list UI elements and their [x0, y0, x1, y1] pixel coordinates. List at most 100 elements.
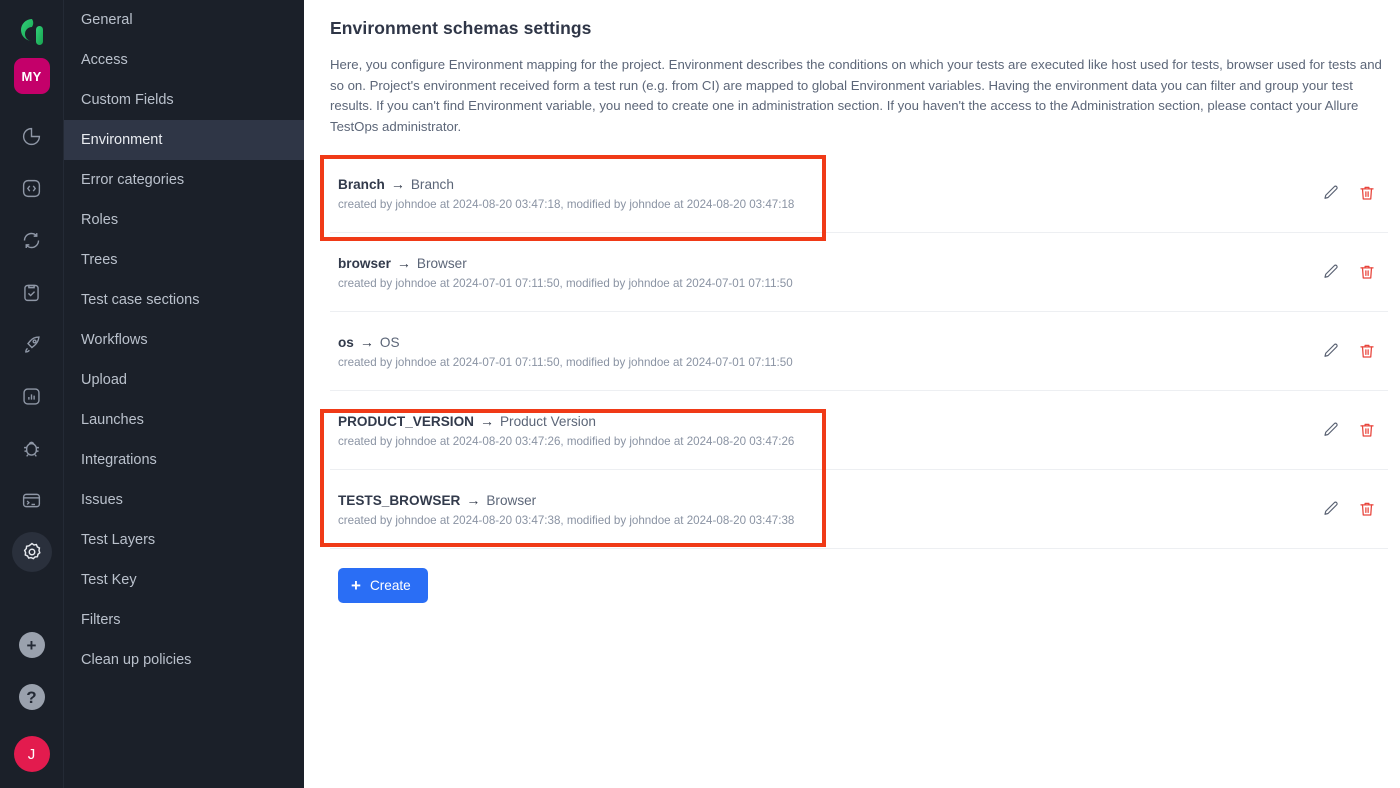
sidebar-item-filters[interactable]: Filters — [64, 600, 304, 640]
plus-icon: + — [351, 576, 361, 595]
table-row[interactable]: Branch → Branch created by johndoe at 2024… — [330, 154, 1388, 233]
row-meta: created by johndoe at 2024-08-20 03:47:2… — [338, 434, 795, 448]
row-target: Browser — [486, 492, 537, 508]
arrow-right-icon: → — [466, 491, 481, 508]
row-meta: created by johndoe at 2024-07-01 07:11:5… — [338, 355, 793, 369]
nav-label: Workflows — [81, 332, 148, 348]
sidebar-item-test-key[interactable]: Test Key — [64, 560, 304, 600]
nav-label: General — [81, 12, 133, 28]
nav-label: Roles — [81, 212, 119, 228]
arrow-right-icon: → — [396, 254, 411, 271]
create-button-label: Create — [369, 578, 411, 593]
table-row[interactable]: PRODUCT_VERSION → Product Version created … — [330, 391, 1388, 470]
refresh-sync-icon[interactable] — [12, 220, 52, 260]
project-badge[interactable]: MY — [13, 58, 50, 94]
row-texts: TESTS_BROWSER → Browser created by johndoe… — [330, 491, 794, 528]
sidebar-item-test-case-sections[interactable]: Test case sections — [64, 280, 304, 320]
row-meta: created by johndoe at 2024-07-01 07:11:5… — [338, 276, 793, 290]
arrow-right-icon: → — [390, 175, 405, 192]
row-meta: created by johndoe at 2024-08-20 03:47:3… — [338, 513, 795, 527]
sidebar-item-launches[interactable]: Launches — [64, 400, 304, 440]
row-key: TESTS_BROWSER — [338, 492, 461, 508]
pencil-edit-icon[interactable] — [1320, 182, 1342, 204]
row-actions — [1320, 419, 1388, 441]
arrow-right-icon: → — [359, 333, 374, 350]
help-circle-icon[interactable]: ? — [18, 684, 45, 710]
trash-delete-icon[interactable] — [1356, 498, 1378, 520]
sidebar-item-general[interactable]: General — [64, 0, 304, 40]
pencil-edit-icon[interactable] — [1320, 419, 1342, 441]
avatar[interactable]: J — [13, 736, 50, 772]
row-texts: browser → Browser created by johndoe at 20… — [330, 254, 793, 291]
row-title: os → OS — [338, 333, 793, 352]
table-row[interactable]: TESTS_BROWSER → Browser created by johndoe… — [330, 470, 1388, 549]
nav-label: Issues — [81, 492, 123, 508]
row-target: Branch — [410, 176, 454, 192]
plus-circle-icon[interactable]: + — [18, 632, 45, 658]
sidebar-item-issues[interactable]: Issues — [64, 480, 304, 520]
nav-label: Clean up policies — [81, 652, 192, 668]
rocket-launch-icon[interactable] — [12, 324, 52, 364]
nav-label: Access — [81, 52, 128, 68]
nav-label: Custom Fields — [81, 92, 174, 108]
create-button[interactable]: + Create — [338, 568, 428, 603]
trash-delete-icon[interactable] — [1356, 340, 1378, 362]
arrow-right-icon: → — [479, 412, 494, 429]
pencil-edit-icon[interactable] — [1320, 340, 1342, 362]
nav-label: Filters — [81, 612, 121, 628]
environment-schema-list: Branch → Branch created by johndoe at 2024… — [330, 154, 1388, 549]
page-title: Environment schemas settings — [330, 18, 592, 38]
sidebar-item-error-categories[interactable]: Error categories — [64, 160, 304, 200]
row-key: PRODUCT_VERSION — [338, 413, 474, 429]
nav-label: Environment — [81, 132, 163, 148]
row-actions — [1320, 340, 1388, 362]
sidebar-item-workflows[interactable]: Workflows — [64, 320, 304, 360]
code-brackets-icon[interactable] — [12, 168, 52, 208]
sidebar-item-environment[interactable]: Environment — [64, 120, 304, 160]
pencil-edit-icon[interactable] — [1320, 261, 1342, 283]
nav-label: Test case sections — [81, 292, 200, 308]
nav-label: Error categories — [81, 172, 185, 188]
settings-nav: General Access Custom Fields Environment… — [64, 0, 304, 788]
icon-rail: MY + ? J — [0, 0, 64, 788]
row-target: Product Version — [499, 413, 596, 429]
trash-delete-icon[interactable] — [1356, 182, 1378, 204]
trash-delete-icon[interactable] — [1356, 419, 1378, 441]
sidebar-item-custom-fields[interactable]: Custom Fields — [64, 80, 304, 120]
app-root: MY + ? J General Access Custom Fields En… — [0, 0, 1400, 788]
terminal-icon[interactable] — [12, 480, 52, 520]
clipboard-check-icon[interactable] — [12, 272, 52, 312]
rail-bottom-group: + ? J — [13, 632, 50, 788]
row-target: Browser — [416, 255, 467, 271]
sidebar-item-access[interactable]: Access — [64, 40, 304, 80]
bar-chart-icon[interactable] — [12, 376, 52, 416]
row-texts: Branch → Branch created by johndoe at 2024… — [330, 175, 794, 212]
pencil-edit-icon[interactable] — [1320, 498, 1342, 520]
row-title: TESTS_BROWSER → Browser — [338, 491, 794, 510]
nav-label: Integrations — [81, 452, 157, 468]
row-target: OS — [379, 334, 400, 350]
trash-delete-icon[interactable] — [1356, 261, 1378, 283]
row-title: Branch → Branch — [338, 175, 794, 194]
main-content: Environment schemas settings Here, you c… — [304, 0, 1400, 788]
row-actions — [1320, 261, 1388, 283]
nav-label: Upload — [81, 372, 127, 388]
bug-icon[interactable] — [12, 428, 52, 468]
sidebar-item-upload[interactable]: Upload — [64, 360, 304, 400]
sidebar-item-trees[interactable]: Trees — [64, 240, 304, 280]
nav-label: Launches — [81, 412, 144, 428]
table-row[interactable]: browser → Browser created by johndoe at 20… — [330, 233, 1388, 312]
sidebar-item-test-layers[interactable]: Test Layers — [64, 520, 304, 560]
sidebar-item-roles[interactable]: Roles — [64, 200, 304, 240]
row-texts: os → OS created by johndoe at 2024-07-01 0… — [330, 333, 793, 370]
row-actions — [1320, 182, 1388, 204]
dashboards-pie-icon[interactable] — [12, 116, 52, 156]
sidebar-item-clean-up-policies[interactable]: Clean up policies — [64, 640, 304, 680]
row-key: browser — [338, 255, 391, 271]
row-texts: PRODUCT_VERSION → Product Version created … — [330, 412, 794, 449]
allure-logo-icon[interactable] — [14, 14, 50, 50]
gear-settings-icon[interactable] — [11, 532, 52, 572]
table-row[interactable]: os → OS created by johndoe at 2024-07-01 0… — [330, 312, 1388, 391]
nav-label: Test Layers — [81, 532, 156, 548]
sidebar-item-integrations[interactable]: Integrations — [64, 440, 304, 480]
